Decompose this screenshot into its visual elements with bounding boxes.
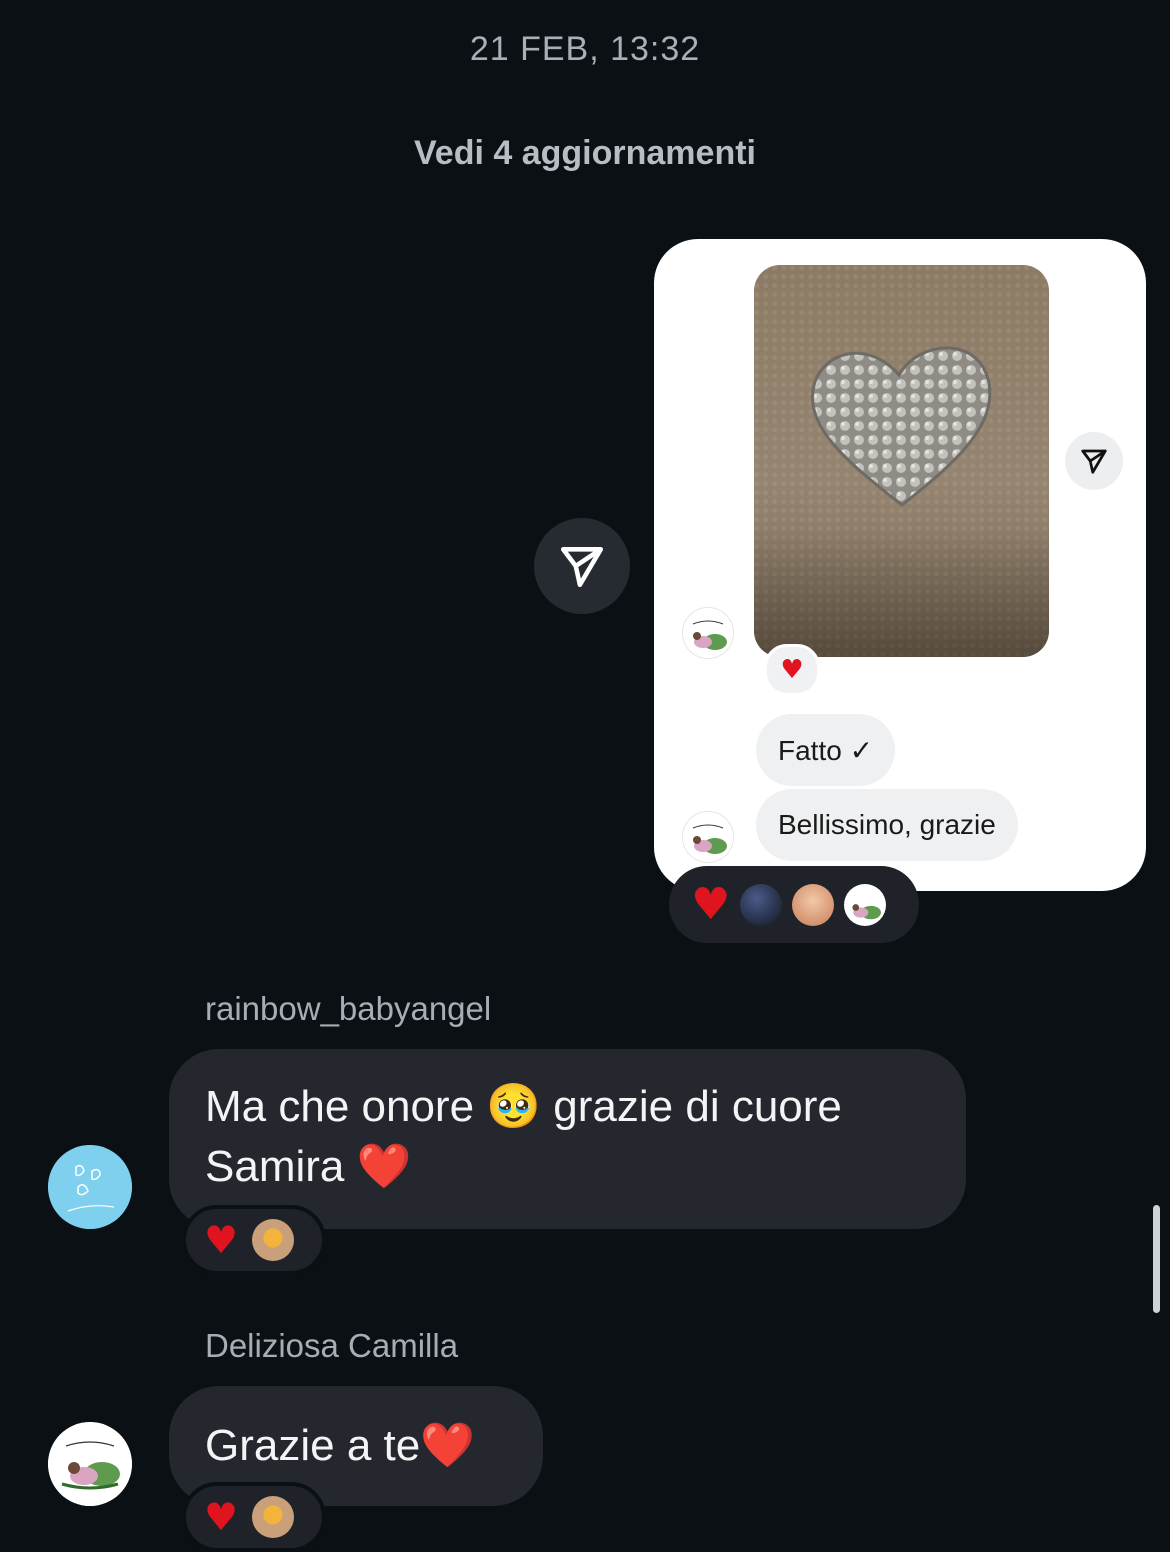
sender-username: Deliziosa Camilla xyxy=(205,1327,459,1364)
sender-avatar[interactable] xyxy=(682,607,734,659)
message-text: Grazie a te❤️ xyxy=(205,1421,475,1470)
send-icon xyxy=(560,547,604,588)
message-bubble[interactable]: Fatto ✓ xyxy=(756,714,896,786)
deliziosa-camilla-avatar[interactable] xyxy=(48,1422,132,1506)
heart-icon: ♥ xyxy=(204,1495,239,1539)
deliziosa-camilla-logo xyxy=(683,812,733,862)
reactor-avatar xyxy=(252,1496,295,1538)
heart-icon: ♥ xyxy=(204,1218,239,1262)
deliziosa-camilla-logo xyxy=(683,608,733,658)
message-reactions[interactable]: ♥ xyxy=(182,1205,326,1275)
share-button[interactable] xyxy=(534,518,630,614)
photo-reaction[interactable]: ♥ xyxy=(764,644,820,696)
heart-icon: ♥ xyxy=(780,655,804,685)
message-text: Fatto ✓ xyxy=(778,734,874,766)
rba-logo xyxy=(48,1145,132,1229)
message-bubble[interactable]: Ma che onore 🥹 grazie di cuore Samira ❤️ xyxy=(169,1049,966,1229)
deliziosa-camilla-logo xyxy=(48,1422,132,1506)
heart-craft-photo[interactable] xyxy=(754,265,1049,657)
scrollbar[interactable] xyxy=(1153,1205,1160,1313)
rainbow-babyangel-avatar[interactable] xyxy=(48,1145,132,1229)
message-reactions[interactable]: ♥ xyxy=(182,1482,326,1552)
shared-post-card[interactable]: ♥ Fatto ✓ Bellissimo, grazie xyxy=(654,239,1146,891)
message-text: Ma che onore 🥹 grazie di cuore xyxy=(205,1082,842,1131)
see-updates-link[interactable]: Vedi 4 aggiornamenti xyxy=(0,134,1170,173)
send-icon xyxy=(1081,449,1107,474)
conversation-timestamp: 21 FEB, 13:32 xyxy=(469,30,701,68)
message-text: Samira ❤️ xyxy=(205,1142,412,1191)
post-reactions[interactable]: ♥ xyxy=(669,866,919,943)
reactor-avatar xyxy=(844,883,887,926)
reactor-avatar xyxy=(740,883,783,926)
reactor-avatar xyxy=(252,1219,295,1261)
message-text: Bellissimo, grazie xyxy=(778,809,996,840)
heart-icon: ♥ xyxy=(691,878,731,930)
reactor-avatar xyxy=(792,883,835,926)
deliziosa-camilla-logo xyxy=(852,903,882,919)
sender-username: rainbow_babyangel xyxy=(205,990,492,1027)
post-share-button[interactable] xyxy=(1065,432,1123,490)
sender-avatar[interactable] xyxy=(682,811,734,863)
message-bubble[interactable]: Bellissimo, grazie xyxy=(756,789,1018,861)
